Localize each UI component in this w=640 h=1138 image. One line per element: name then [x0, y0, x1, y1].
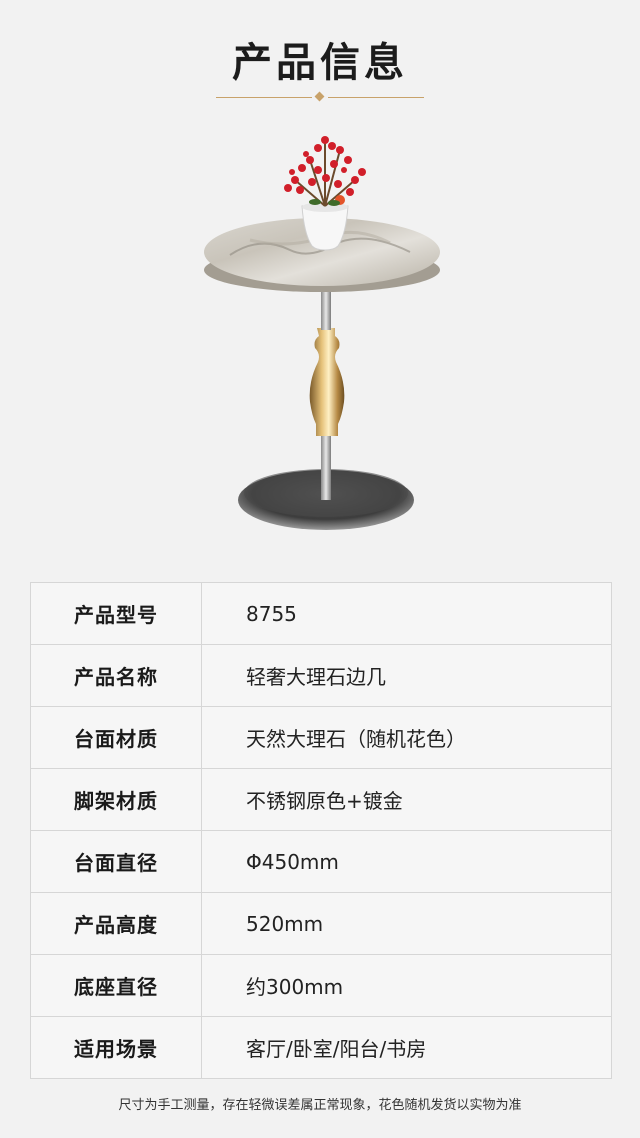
spec-label: 底座直径	[31, 955, 202, 1016]
disclaimer-note: 尺寸为手工测量，存在轻微误差属正常现象，花色随机发货以实物为准	[118, 1098, 522, 1113]
spec-label: 产品名称	[31, 645, 202, 706]
title-divider	[216, 91, 424, 102]
spec-label: 适用场景	[31, 1017, 202, 1078]
table-row: 产品名称 轻奢大理石边几	[31, 644, 611, 706]
table-row: 产品型号 8755	[31, 583, 611, 644]
spec-table: 产品型号 8755 产品名称 轻奢大理石边几 台面材质 天然大理石（随机花色） …	[30, 582, 612, 1079]
spec-label: 台面直径	[31, 831, 202, 892]
spec-value: 8755	[246, 601, 297, 626]
table-row: 台面材质 天然大理石（随机花色）	[31, 706, 611, 768]
diamond-ornament-icon	[314, 91, 325, 102]
spec-value: 不锈钢原色+镀金	[246, 789, 403, 813]
spec-label: 产品型号	[31, 583, 202, 644]
spec-value: 天然大理石（随机花色）	[246, 727, 466, 751]
spec-value: 客厅/卧室/阳台/书房	[246, 1037, 427, 1061]
page-title: 产品信息	[232, 40, 408, 86]
table-row: 脚架材质 不锈钢原色+镀金	[31, 768, 611, 830]
table-row: 适用场景 客厅/卧室/阳台/书房	[31, 1016, 611, 1078]
product-image	[204, 136, 440, 530]
table-row: 台面直径 Φ450mm	[31, 830, 611, 892]
spec-value: Φ450mm	[246, 849, 339, 874]
spec-label: 产品高度	[31, 893, 202, 954]
spec-value: 约300mm	[246, 975, 344, 999]
table-row: 底座直径 约300mm	[31, 954, 611, 1016]
spec-label: 台面材质	[31, 707, 202, 768]
table-row: 产品高度 520mm	[31, 892, 611, 954]
spec-value: 轻奢大理石边几	[246, 665, 386, 689]
spec-value: 520mm	[246, 911, 324, 936]
spec-label: 脚架材质	[31, 769, 202, 830]
